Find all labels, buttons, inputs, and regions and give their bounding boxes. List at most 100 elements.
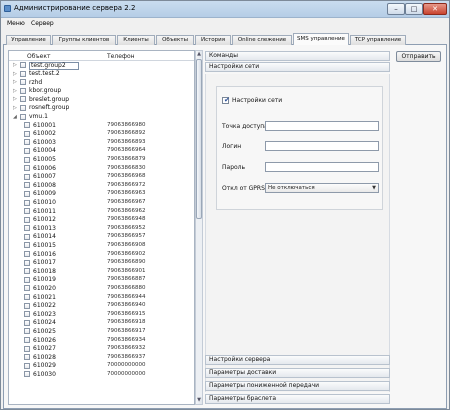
collapsed-arrow-icon[interactable]: ▷ <box>13 79 17 85</box>
item-checkbox[interactable] <box>24 190 30 197</box>
collapsed-arrow-icon[interactable]: ▷ <box>13 71 17 77</box>
tree-group-row[interactable]: ▷ test.test.2 <box>9 70 194 79</box>
item-checkbox[interactable] <box>24 345 30 352</box>
tree-item-row[interactable]: 610030 70000000000 <box>9 370 194 379</box>
item-checkbox[interactable] <box>24 276 30 283</box>
tree-group-row[interactable]: ▷ rosneft.group <box>9 104 194 113</box>
tree-item-row[interactable]: 610017 79063866890 <box>9 259 194 268</box>
section-bracelet-params[interactable]: Параметры браслета <box>205 394 390 404</box>
item-checkbox[interactable] <box>24 139 30 146</box>
item-checkbox[interactable] <box>24 130 30 137</box>
item-checkbox[interactable] <box>24 242 30 249</box>
title-bar[interactable]: Администрирование сервера 2.2 – □ ✕ <box>1 1 449 18</box>
tree-item-row[interactable]: 610016 79063866902 <box>9 250 194 259</box>
tree-group-row[interactable]: ▷ rzhd <box>9 78 194 87</box>
net-settings-checkbox[interactable]: ✔ <box>222 96 230 104</box>
scroll-down-icon[interactable]: ▼ <box>196 397 202 404</box>
tree-item-row[interactable]: 610018 79063866901 <box>9 267 194 276</box>
section-reduced-transmission[interactable]: Параметры пониженной передачи <box>205 381 390 391</box>
object-tree[interactable]: Объект Телефон ▷ test.group2 ▷ test.test.2 ▷… <box>8 50 195 405</box>
tree-item-row[interactable]: 610019 79063866887 <box>9 276 194 285</box>
item-checkbox[interactable] <box>24 268 30 275</box>
collapsed-arrow-icon[interactable]: ▷ <box>13 105 17 111</box>
tree-item-row[interactable]: 610001 79063866980 <box>9 121 194 130</box>
item-checkbox[interactable] <box>24 199 30 206</box>
item-checkbox[interactable] <box>24 225 30 232</box>
item-checkbox[interactable] <box>24 216 30 223</box>
item-checkbox[interactable] <box>24 182 30 189</box>
menu-item-server[interactable]: Сервер <box>31 20 54 27</box>
item-checkbox[interactable] <box>24 354 30 361</box>
maximize-button[interactable]: □ <box>405 3 423 15</box>
tab-clients[interactable]: Клиенты <box>117 35 155 45</box>
tree-item-row[interactable]: 610026 79063866934 <box>9 336 194 345</box>
login-input[interactable] <box>265 141 379 151</box>
column-object[interactable]: Объект <box>27 53 50 60</box>
tree-item-row[interactable]: 610012 79063866948 <box>9 216 194 225</box>
tree-item-row[interactable]: 610003 79063866893 <box>9 138 194 147</box>
item-checkbox[interactable] <box>24 311 30 318</box>
tab-client-groups[interactable]: Группы клиентов <box>52 35 116 45</box>
tree-item-row[interactable]: 610020 79063866880 <box>9 284 194 293</box>
tree-item-row[interactable]: 610005 79063866879 <box>9 156 194 165</box>
collapsed-arrow-icon[interactable]: ▷ <box>13 62 17 68</box>
scroll-thumb[interactable] <box>196 59 202 219</box>
tree-item-row[interactable]: 610021 79063866944 <box>9 293 194 302</box>
tree-item-row[interactable]: 610013 79063866952 <box>9 224 194 233</box>
group-checkbox[interactable] <box>20 70 26 77</box>
tree-item-row[interactable]: 610022 79063866940 <box>9 302 194 311</box>
item-checkbox[interactable] <box>24 319 30 326</box>
tree-item-row[interactable]: 610025 79063866917 <box>9 327 194 336</box>
tree-item-row[interactable]: 610014 79063866957 <box>9 233 194 242</box>
tab-tcp-management[interactable]: TCP управление <box>350 35 406 45</box>
section-delivery-params[interactable]: Параметры доставки <box>205 368 390 378</box>
tab-management[interactable]: Управление <box>6 35 51 45</box>
group-checkbox[interactable] <box>20 113 26 120</box>
tree-group-row[interactable]: ▷ kbor.group <box>9 87 194 96</box>
item-checkbox[interactable] <box>24 371 30 378</box>
menu-item-menu[interactable]: Меню <box>7 20 25 27</box>
item-checkbox[interactable] <box>24 302 30 309</box>
item-checkbox[interactable] <box>24 208 30 215</box>
tree-item-row[interactable]: 610002 79063866892 <box>9 130 194 139</box>
tree-item-row[interactable]: 610009 79063866963 <box>9 190 194 199</box>
expanded-arrow-icon[interactable]: ◢ <box>13 114 17 120</box>
send-button[interactable]: Отправить <box>396 51 441 62</box>
item-checkbox[interactable] <box>24 165 30 172</box>
item-checkbox[interactable] <box>24 294 30 301</box>
item-checkbox[interactable] <box>24 251 30 258</box>
gprs-disconnect-select[interactable]: Не отключаться ▼ <box>265 183 379 193</box>
tab-online-tracking[interactable]: Online слежение <box>232 35 292 45</box>
item-checkbox[interactable] <box>24 147 30 154</box>
access-point-input[interactable] <box>265 121 379 131</box>
group-checkbox[interactable] <box>20 104 26 111</box>
item-checkbox[interactable] <box>24 173 30 180</box>
collapsed-arrow-icon[interactable]: ▷ <box>13 96 17 102</box>
group-checkbox[interactable] <box>20 87 26 94</box>
item-checkbox[interactable] <box>24 285 30 292</box>
tab-objects[interactable]: Объекты <box>156 35 194 45</box>
group-checkbox[interactable] <box>20 62 26 68</box>
tree-group-row[interactable]: ▷ test.group2 <box>9 61 194 70</box>
minimize-button[interactable]: – <box>387 3 405 15</box>
tree-item-row[interactable]: 610004 79063866964 <box>9 147 194 156</box>
tree-group-row[interactable]: ▷ breslet.group <box>9 95 194 104</box>
item-checkbox[interactable] <box>24 328 30 335</box>
item-checkbox[interactable] <box>24 122 30 129</box>
close-button[interactable]: ✕ <box>423 3 447 15</box>
item-checkbox[interactable] <box>24 156 30 163</box>
tree-item-row[interactable]: 610029 70000000000 <box>9 362 194 371</box>
tree-item-row[interactable]: 610008 79063866972 <box>9 181 194 190</box>
tree-item-row[interactable]: 610006 79063866830 <box>9 164 194 173</box>
column-phone[interactable]: Телефон <box>107 53 135 60</box>
tree-item-row[interactable]: 610015 79063866908 <box>9 241 194 250</box>
tree-item-row[interactable]: 610024 79063866918 <box>9 319 194 328</box>
section-net-settings[interactable]: Настройки сети <box>205 62 390 72</box>
tree-item-row[interactable]: 610027 79063866932 <box>9 345 194 354</box>
scroll-up-icon[interactable]: ▲ <box>196 51 202 58</box>
tree-item-row[interactable]: 610011 79063866962 <box>9 207 194 216</box>
tree-item-row[interactable]: 610023 79063866915 <box>9 310 194 319</box>
group-checkbox[interactable] <box>20 79 26 86</box>
password-input[interactable] <box>265 162 379 172</box>
tree-item-row[interactable]: 610007 79063866968 <box>9 173 194 182</box>
